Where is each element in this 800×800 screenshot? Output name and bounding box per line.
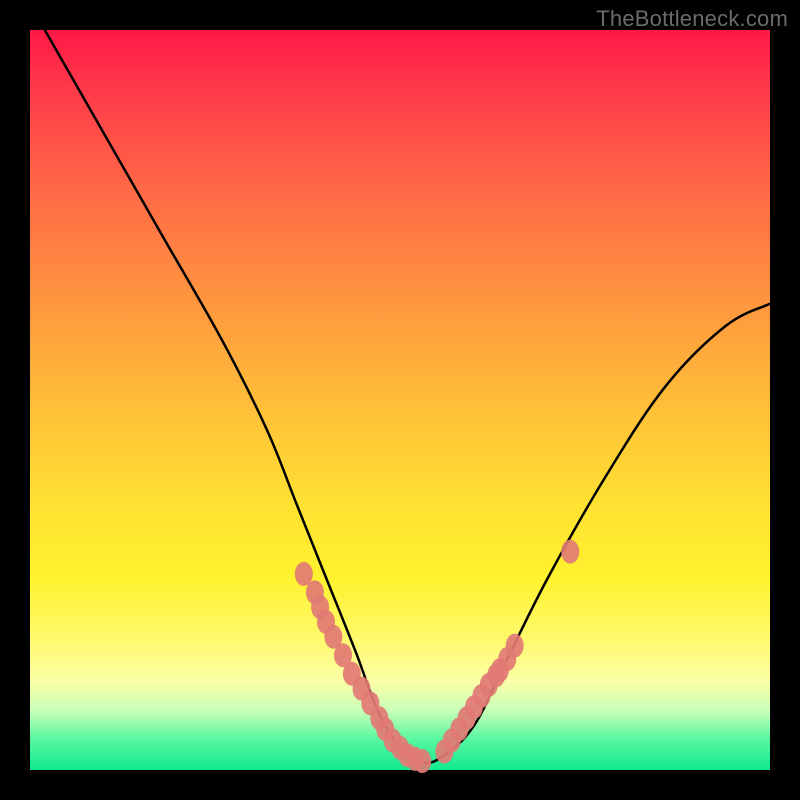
data-marker [561,540,579,564]
plot-area [30,30,770,770]
watermark-text: TheBottleneck.com [596,6,788,32]
data-marker [413,749,431,773]
chart-frame: TheBottleneck.com [0,0,800,800]
data-marker [506,634,524,658]
chart-svg [30,30,770,770]
curve-bottleneck-curve [45,30,770,763]
